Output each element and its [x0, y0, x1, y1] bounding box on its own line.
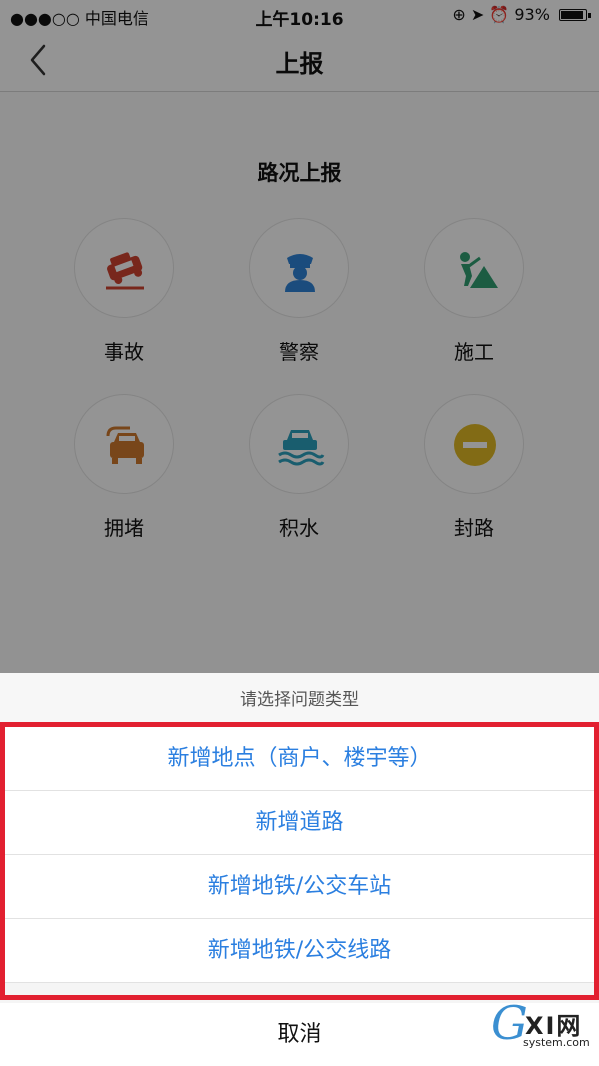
watermark-domain: system.com: [523, 1036, 590, 1049]
watermark-logo: G XI网 system.com: [491, 996, 595, 1052]
action-sheet-title: 请选择问题类型: [0, 673, 599, 727]
highlight-box: [0, 722, 599, 1000]
